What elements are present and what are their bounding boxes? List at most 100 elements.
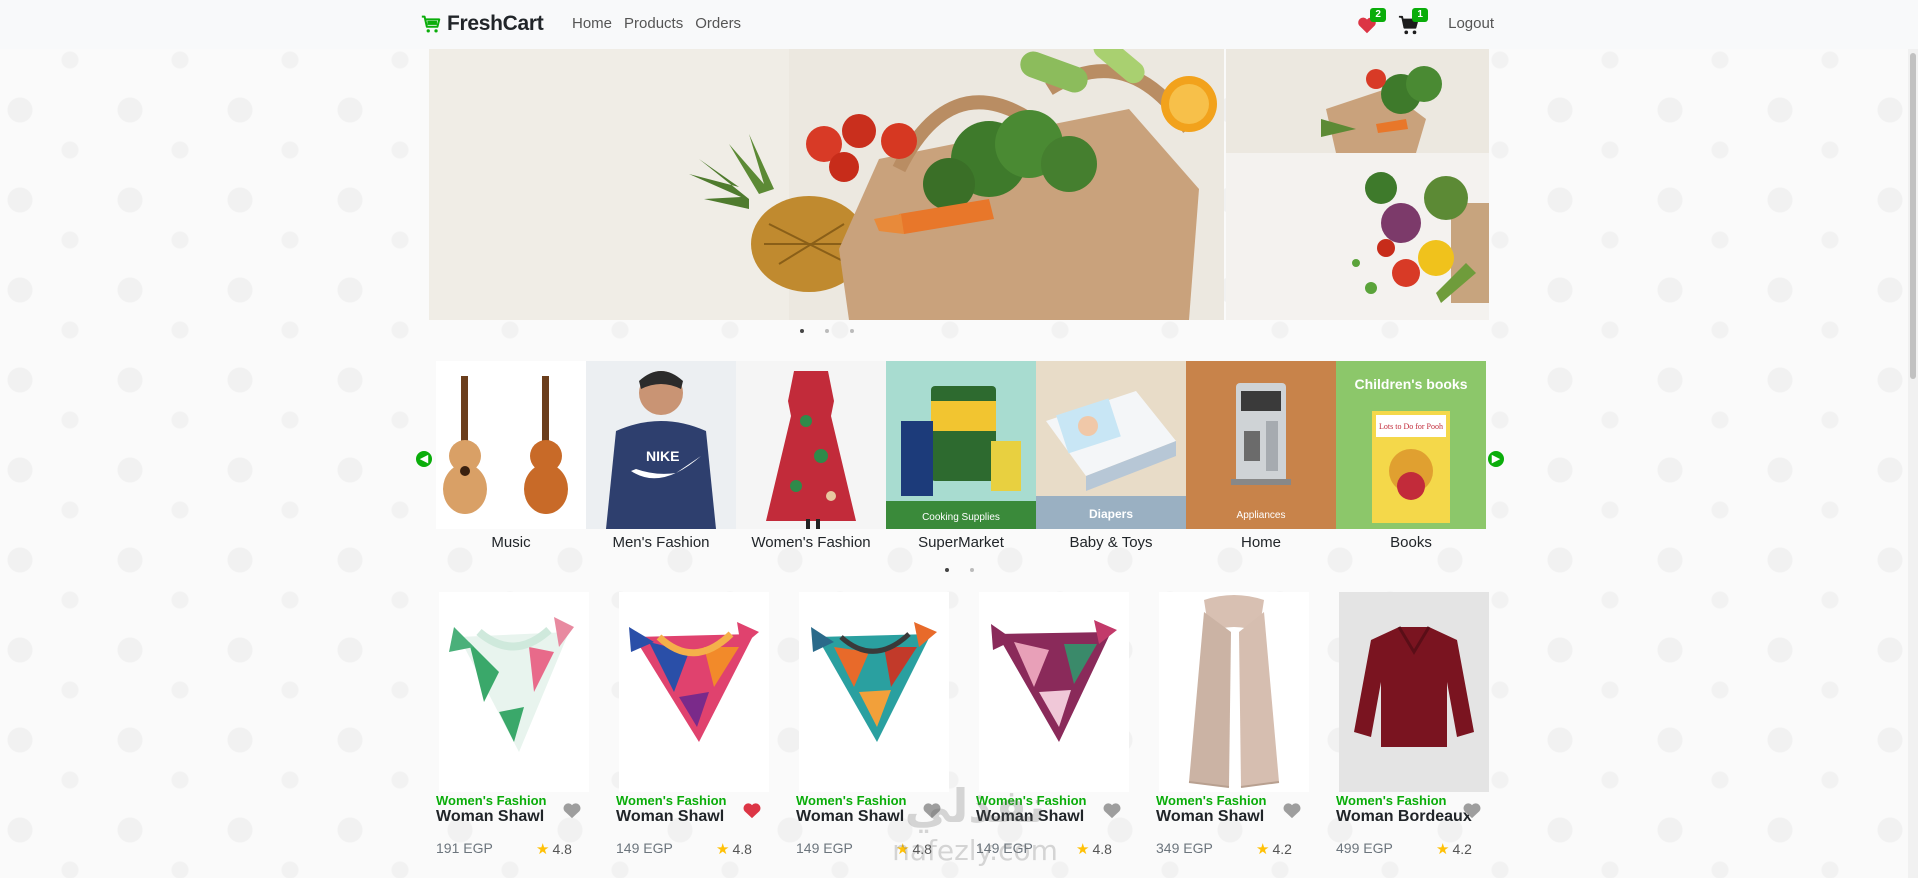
- product-image: [619, 592, 769, 792]
- rating-value: 4.8: [552, 841, 572, 857]
- shawl-image: [619, 592, 769, 792]
- product-price: 349 EGP: [1156, 840, 1213, 856]
- rating-value: 4.8: [912, 841, 932, 857]
- category-dot-1[interactable]: [945, 568, 949, 572]
- wishlist-heart-icon[interactable]: [922, 801, 942, 819]
- home-caption: Appliances: [1237, 510, 1286, 521]
- product-card[interactable]: Women's Fashion Woman Shawl 349 EGP ★ 4.…: [1149, 592, 1321, 878]
- category-label: Baby & Toys: [1069, 534, 1153, 551]
- product-name: Woman Bordeaux: [1336, 808, 1472, 825]
- star-icon: ★: [1436, 841, 1450, 858]
- cart-logo-icon: [421, 15, 441, 33]
- category-baby-toys[interactable]: Diapers Baby & Toys: [1036, 361, 1186, 561]
- product-card[interactable]: Women's Fashion Woman Bordeaux 499 EGP ★…: [1329, 592, 1501, 878]
- scrollbar-thumb[interactable]: [1910, 53, 1916, 379]
- product-image: [1159, 592, 1309, 792]
- product-rating: ★ 4.8: [716, 840, 752, 858]
- hero-dot-3[interactable]: [850, 329, 854, 333]
- wishlist-heart-icon[interactable]: [1462, 801, 1482, 819]
- books-image: Children's books Lots to Do for Pooh: [1336, 361, 1486, 529]
- product-price: 499 EGP: [1336, 840, 1393, 856]
- hero-dot-1[interactable]: [800, 329, 804, 333]
- product-category: Women's Fashion: [436, 793, 547, 808]
- supermarket-caption: Cooking Supplies: [922, 512, 1000, 523]
- category-dot-2[interactable]: [970, 568, 974, 572]
- product-card[interactable]: Women's Fashion Woman Shawl 149 EGP ★ 4.…: [969, 592, 1141, 878]
- nav-link-orders[interactable]: Orders: [695, 15, 741, 32]
- product-card[interactable]: Women's Fashion Woman Shawl 149 EGP ★ 4.…: [609, 592, 781, 878]
- product-card[interactable]: Women's Fashion Woman Shawl 191 EGP ★ 4.…: [429, 592, 601, 878]
- cart-count-badge: 1: [1412, 8, 1429, 22]
- grocery-banner-image: [1226, 49, 1489, 153]
- page-scrollbar[interactable]: [1908, 49, 1918, 878]
- star-icon: ★: [1076, 841, 1090, 858]
- category-home-image: Appliances: [1186, 361, 1336, 529]
- category-label: Music: [491, 534, 531, 551]
- vegetables-banner-image: [1226, 153, 1489, 320]
- hero-banner-bottom[interactable]: [1226, 153, 1489, 320]
- scarf-image: [1159, 592, 1309, 792]
- star-icon: ★: [896, 841, 910, 858]
- coffee-machine-image: Appliances: [1186, 361, 1336, 529]
- blouse-image: [1339, 592, 1489, 792]
- category-slider-dots: [945, 568, 974, 572]
- hero-slider-main[interactable]: [429, 49, 1224, 320]
- category-mens-fashion[interactable]: NIKE Men's Fashion: [586, 361, 736, 561]
- category-supermarket[interactable]: Cooking Supplies SuperMarket: [886, 361, 1036, 561]
- category-home[interactable]: Appliances Home: [1186, 361, 1336, 561]
- product-name: Woman Shawl: [976, 808, 1085, 825]
- category-label: SuperMarket: [918, 534, 1004, 551]
- supermarket-image: Cooking Supplies: [886, 361, 1036, 529]
- hero-banner-top[interactable]: [1226, 49, 1489, 153]
- product-image: [439, 592, 589, 792]
- product-category: Women's Fashion: [616, 793, 727, 808]
- product-price: 191 EGP: [436, 840, 493, 856]
- wishlist-heart-icon[interactable]: [1102, 801, 1122, 819]
- cart-button[interactable]: 1: [1398, 8, 1429, 36]
- category-womens-fashion[interactable]: Women's Fashion: [736, 361, 886, 561]
- product-price: 149 EGP: [616, 840, 673, 856]
- product-rating: ★ 4.8: [536, 840, 572, 858]
- logout-link[interactable]: Logout: [1448, 15, 1494, 32]
- category-music[interactable]: Music: [436, 361, 586, 561]
- product-name: Woman Shawl: [796, 808, 905, 825]
- category-next-button[interactable]: ▶: [1488, 451, 1504, 467]
- product-image: [799, 592, 949, 792]
- category-supermarket-image: Cooking Supplies: [886, 361, 1036, 529]
- brand-logo[interactable]: FreshCart: [420, 12, 544, 36]
- category-label: Men's Fashion: [612, 534, 710, 551]
- product-rating: ★ 4.8: [1076, 840, 1112, 858]
- navbar: FreshCart Home Products Orders 2 1 Logou…: [0, 0, 1918, 49]
- nav-link-home[interactable]: Home: [572, 15, 612, 32]
- category-slider: ◀ Music NIKE Men's Fashion Women's Fashi…: [411, 361, 1509, 561]
- product-category: Women's Fashion: [796, 793, 907, 808]
- category-prev-button[interactable]: ◀: [416, 451, 432, 467]
- grocery-bag-image: [429, 49, 1224, 320]
- shawl-image: [979, 592, 1129, 792]
- rating-value: 4.2: [1272, 841, 1292, 857]
- hoodie-brand-text: NIKE: [646, 448, 679, 464]
- wishlist-button[interactable]: 2: [1356, 8, 1387, 36]
- hero-dot-2[interactable]: [825, 329, 829, 333]
- product-name: Woman Shawl: [1156, 808, 1265, 825]
- category-label: Women's Fashion: [751, 534, 871, 551]
- dress-image: [736, 361, 886, 529]
- product-name: Woman Shawl: [436, 808, 545, 825]
- category-label: Home: [1240, 534, 1281, 551]
- product-card[interactable]: Women's Fashion Woman Shawl 149 EGP ★ 4.…: [789, 592, 961, 878]
- shawl-image: [799, 592, 949, 792]
- rating-value: 4.8: [1092, 841, 1112, 857]
- category-label: Books: [1390, 534, 1432, 551]
- wishlist-heart-icon[interactable]: [562, 801, 582, 819]
- nav-link-products[interactable]: Products: [624, 15, 683, 32]
- wishlist-heart-icon[interactable]: [742, 801, 762, 819]
- category-books-image: Children's books Lots to Do for Pooh: [1336, 361, 1486, 529]
- product-price: 149 EGP: [796, 840, 853, 856]
- category-books[interactable]: Children's books Lots to Do for Pooh Boo…: [1336, 361, 1486, 561]
- product-category: Women's Fashion: [1336, 793, 1447, 808]
- hero-slider-dots: [800, 329, 854, 333]
- baby-caption: Diapers: [1089, 507, 1133, 521]
- wishlist-heart-icon[interactable]: [1282, 801, 1302, 819]
- guitar-image: [436, 361, 586, 529]
- category-music-image: [436, 361, 586, 529]
